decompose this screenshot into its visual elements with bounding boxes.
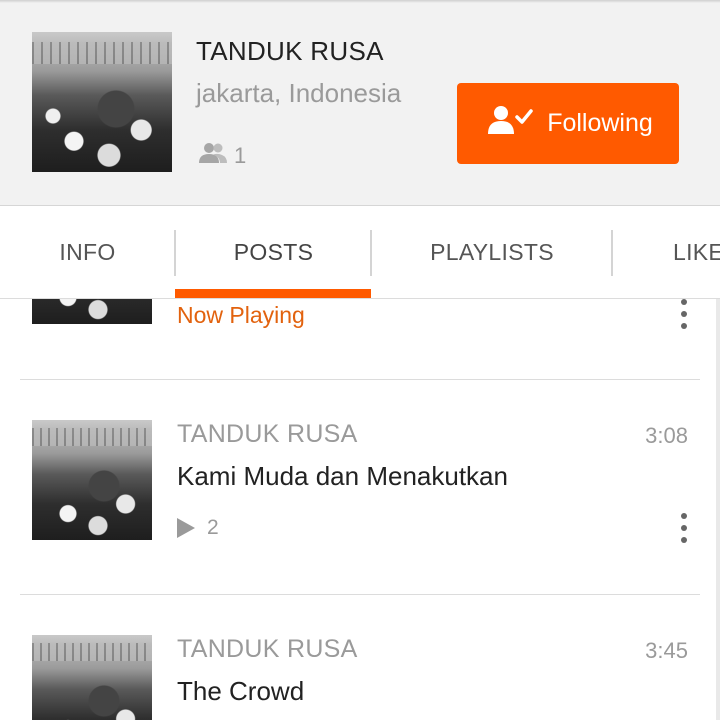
tab-info[interactable]: INFO <box>0 206 175 298</box>
track-title: The Crowd <box>177 676 305 706</box>
track-artwork <box>32 420 152 540</box>
track-artwork <box>32 299 152 324</box>
play-icon <box>177 518 195 538</box>
track-duration: 3:08 <box>645 423 688 448</box>
now-playing-label: Now Playing <box>177 302 305 328</box>
play-count-value: 2 <box>207 516 219 539</box>
track-row[interactable]: TANDUK RUSA 3:45 The Crowd <box>0 595 716 720</box>
track-row[interactable]: TANDUK RUSA 3:08 Kami Muda dan Menakutka… <box>0 380 716 594</box>
track-duration: 3:45 <box>645 638 688 663</box>
track-title: Kami Muda dan Menakutkan <box>177 461 508 491</box>
tab-label: INFO <box>59 238 116 265</box>
track-list[interactable]: Now Playing TANDUK RUSA 3:08 Kami Muda d… <box>0 299 720 720</box>
tab-posts[interactable]: POSTS <box>176 206 371 298</box>
tab-label: LIKE <box>673 238 720 265</box>
artist-name: TANDUK RUSA <box>196 36 384 66</box>
track-artwork <box>32 635 152 720</box>
track-row-now-playing[interactable]: Now Playing <box>0 299 716 379</box>
more-options-icon[interactable] <box>680 513 688 543</box>
following-button[interactable]: Following <box>457 83 679 164</box>
user-check-icon <box>487 105 533 142</box>
tab-label: POSTS <box>233 238 314 265</box>
following-button-label: Following <box>547 109 653 137</box>
active-tab-indicator <box>175 289 371 298</box>
more-options-icon[interactable] <box>680 299 688 329</box>
scrollbar[interactable] <box>716 299 720 720</box>
followers-count[interactable]: 1 <box>198 142 246 170</box>
followers-icon <box>198 142 228 170</box>
track-artist: TANDUK RUSA <box>177 635 358 663</box>
play-count: 2 <box>177 516 219 540</box>
artist-avatar[interactable] <box>32 32 172 172</box>
tab-label: PLAYLISTS <box>430 238 554 265</box>
profile-tabs: INFO POSTS PLAYLISTS LIKE <box>0 206 720 299</box>
artist-location: jakarta, Indonesia <box>196 78 402 108</box>
tab-playlists[interactable]: PLAYLISTS <box>372 206 612 298</box>
status-shadow <box>0 0 720 3</box>
tab-likes[interactable]: LIKE <box>613 206 720 298</box>
profile-header: TANDUK RUSA jakarta, Indonesia 1 Followi… <box>0 0 720 206</box>
track-artist: TANDUK RUSA <box>177 420 358 448</box>
followers-count-value: 1 <box>234 143 247 168</box>
